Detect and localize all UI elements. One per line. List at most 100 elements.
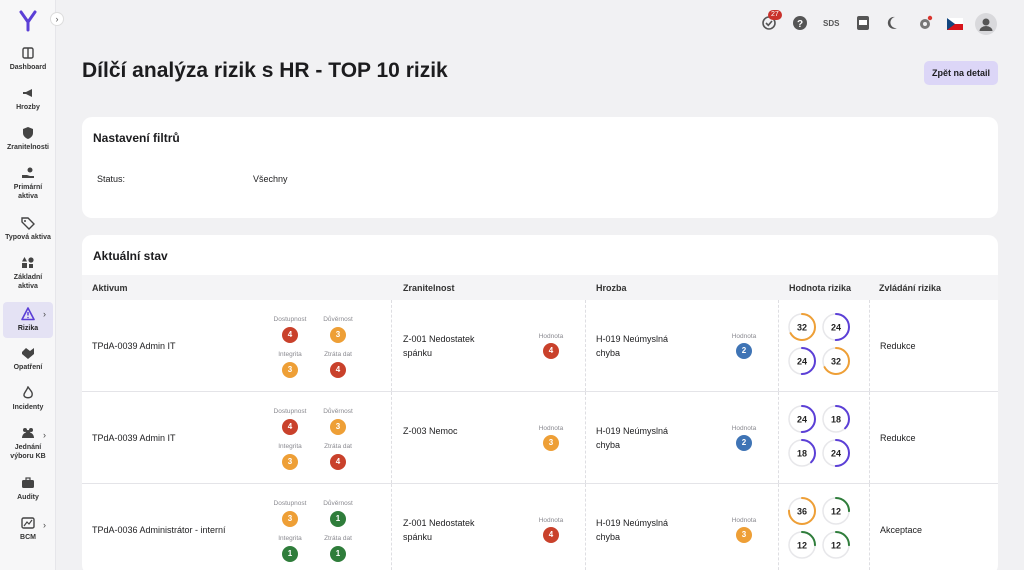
risk-value-text: 18 — [831, 414, 841, 424]
column-divider — [391, 300, 392, 391]
pdf-icon[interactable] — [855, 15, 871, 31]
user-icon — [979, 18, 993, 31]
cia-label-i: Integrita — [278, 535, 302, 542]
cia-value-z: 4 — [330, 362, 346, 378]
logo-icon[interactable] — [19, 10, 37, 32]
sidebar-item-4[interactable]: Typová aktiva — [3, 216, 53, 242]
sds-button[interactable]: SDS — [823, 19, 839, 28]
chevron-right-icon[interactable]: › — [43, 520, 46, 530]
cia-label-c: Důvěrnost — [323, 316, 353, 323]
cia-label-z: Ztráta dat — [324, 351, 352, 358]
sidebar-toggle-button[interactable]: › — [50, 12, 64, 26]
sidebar-item-0[interactable]: Dashboard — [3, 46, 53, 72]
header-asset[interactable]: Aktivum — [92, 283, 128, 293]
sidebar-item-label: BCM — [20, 534, 36, 541]
cia-value-d: 4 — [282, 327, 298, 343]
vulnerability-value-label: Hodnota — [538, 425, 564, 432]
cia-value-z: 4 — [330, 454, 346, 470]
svg-text:?: ? — [797, 19, 803, 30]
header-risk-value[interactable]: Hodnota rizika — [789, 283, 851, 293]
column-divider — [585, 392, 586, 483]
help-icon[interactable]: ? — [792, 15, 808, 31]
risk-value-ring: 24 — [788, 347, 816, 375]
header-risk-treatment[interactable]: Zvládání rizika — [879, 283, 941, 293]
warning-icon — [21, 307, 35, 321]
chart-icon — [21, 517, 35, 529]
status-filter-value[interactable]: Všechny — [253, 174, 288, 184]
risk-treatment[interactable]: Redukce — [880, 339, 916, 353]
sidebar-item-1[interactable]: Hrozby — [3, 86, 53, 112]
asset-name[interactable]: TPdA-0036 Administrátor - interní — [92, 523, 226, 537]
sidebar-item-label: Zranitelnosti — [6, 144, 49, 151]
cia-value-i: 3 — [282, 454, 298, 470]
back-to-detail-button[interactable]: Zpět na detail — [924, 61, 998, 85]
cia-value-i: 3 — [282, 362, 298, 378]
filters-title: Nastavení filtrů — [93, 131, 180, 145]
risk-value-text: 18 — [797, 448, 807, 458]
threat-value-label: Hodnota — [731, 333, 757, 340]
megaphone-icon — [23, 89, 32, 97]
risk-value-ring: 12 — [822, 497, 850, 525]
column-divider — [869, 484, 870, 570]
hand-coin-icon — [22, 167, 34, 178]
threat-value-label: Hodnota — [731, 517, 757, 524]
cia-value-c: 3 — [330, 327, 346, 343]
sidebar-item-3[interactable]: Primární aktiva — [3, 166, 53, 201]
column-divider — [778, 300, 779, 391]
chevron-right-icon[interactable]: › — [43, 430, 46, 440]
threat-name[interactable]: H-019 Neúmyslná chyba — [596, 332, 668, 360]
risk-value-ring: 32 — [788, 313, 816, 341]
asset-name[interactable]: TPdA-0039 Admin IT — [92, 339, 176, 353]
sidebar-item-5[interactable]: Základní aktiva — [3, 256, 53, 291]
sidebar-item-label: Incidenty — [12, 404, 44, 411]
dashboard-icon — [22, 47, 34, 59]
vulnerability-name[interactable]: Z-001 Nedostatek spánku — [403, 516, 475, 544]
user-avatar[interactable] — [975, 13, 997, 35]
header-vulnerability[interactable]: Zranitelnost — [403, 283, 455, 293]
threat-name[interactable]: H-019 Neúmyslná chyba — [596, 516, 668, 544]
sidebar-item-6[interactable]: Rizika — [3, 302, 53, 338]
column-divider — [391, 484, 392, 570]
chevron-right-icon[interactable]: › — [43, 309, 46, 319]
shapes-icon — [22, 257, 34, 268]
column-divider — [869, 392, 870, 483]
settings-icon[interactable] — [917, 15, 933, 31]
cia-label-c: Důvěrnost — [323, 500, 353, 507]
sidebar-item-10[interactable]: Audity — [3, 476, 53, 502]
header-threat[interactable]: Hrozba — [596, 283, 627, 293]
sidebar-item-8[interactable]: Incidenty — [3, 386, 53, 412]
sidebar-item-label: Hrozby — [16, 104, 40, 111]
czech-flag-icon[interactable] — [947, 18, 963, 30]
sidebar-item-label: Rizika — [17, 325, 39, 332]
sidebar-item-2[interactable]: Zranitelnosti — [3, 126, 53, 152]
threat-name[interactable]: H-019 Neúmyslná chyba — [596, 424, 668, 452]
sidebar-item-label: Základní aktiva — [13, 274, 43, 290]
table-row[interactable]: TPdA-0039 Admin IT Dostupnost 4 Důvěrnost 3 I… — [82, 392, 998, 484]
risk-value-ring: 24 — [822, 439, 850, 467]
vulnerability-name[interactable]: Z-003 Nemoc — [403, 424, 458, 438]
cia-label-z: Ztráta dat — [324, 443, 352, 450]
table-header: Aktivum Zranitelnost Hrozba Hodnota rizi… — [82, 275, 998, 300]
risk-value-ring: 36 — [788, 497, 816, 525]
cia-label-i: Integrita — [278, 351, 302, 358]
tag-icon — [21, 217, 35, 230]
cia-value-d: 3 — [282, 511, 298, 527]
table-row[interactable]: TPdA-0036 Administrátor - interní Dostupn… — [82, 484, 998, 570]
cia-label-c: Důvěrnost — [323, 408, 353, 415]
risk-value-text: 24 — [831, 322, 841, 332]
filters-card: Nastavení filtrů Status: Všechny — [82, 117, 998, 218]
threat-value-label: Hodnota — [731, 425, 757, 432]
risk-treatment[interactable]: Akceptace — [880, 523, 922, 537]
dark-mode-icon[interactable] — [886, 15, 902, 31]
risk-treatment[interactable]: Redukce — [880, 431, 916, 445]
column-divider — [391, 392, 392, 483]
table-row[interactable]: TPdA-0039 Admin IT Dostupnost 4 Důvěrnost 3 I… — [82, 300, 998, 392]
cia-value-i: 1 — [282, 546, 298, 562]
shield-icon — [23, 127, 33, 139]
cia-value-c: 1 — [330, 511, 346, 527]
vulnerability-name[interactable]: Z-001 Nedostatek spánku — [403, 332, 475, 360]
risk-value-ring: 18 — [822, 405, 850, 433]
sidebar-item-7[interactable]: Opatření — [3, 346, 53, 372]
risk-value-text: 32 — [797, 322, 807, 332]
asset-name[interactable]: TPdA-0039 Admin IT — [92, 431, 176, 445]
